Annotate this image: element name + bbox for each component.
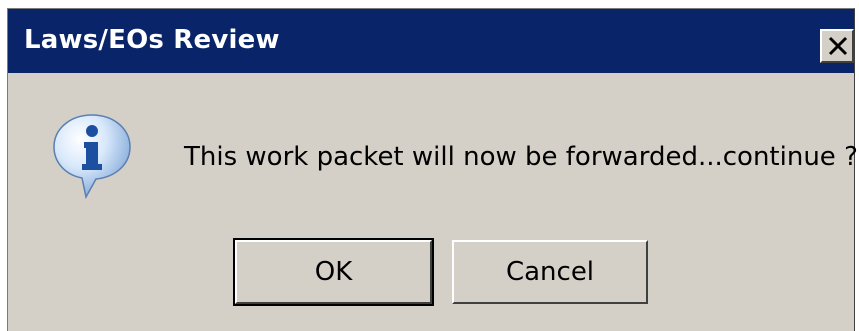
cancel-button[interactable]: Cancel [452,240,648,304]
dialog-window: Laws/EOs Review This work packet will no… [7,8,858,331]
dialog-message: This work packet will now be forwarded..… [184,142,858,172]
ok-button[interactable]: OK [233,238,434,306]
close-icon [828,36,848,56]
close-button[interactable] [820,29,854,63]
dialog-title: Laws/EOs Review [24,25,280,55]
info-icon [53,114,131,200]
title-bar[interactable]: Laws/EOs Review [8,9,854,73]
